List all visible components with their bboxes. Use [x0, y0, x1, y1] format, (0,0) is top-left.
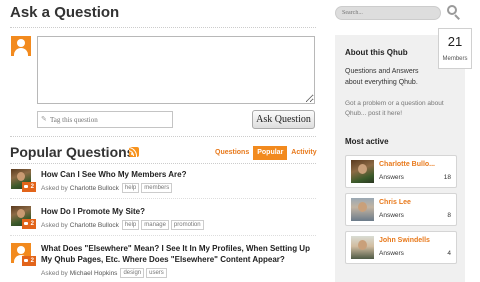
members-label: Members	[442, 56, 468, 62]
search-icon[interactable]	[447, 5, 461, 20]
members-count: 21	[447, 34, 463, 49]
answers-count: 18	[443, 174, 451, 181]
tab-activity[interactable]: Activity	[287, 146, 320, 160]
question-meta: Asked by Michael Hopkins design users	[41, 268, 169, 278]
divider	[10, 136, 316, 137]
author-link[interactable]: Charlotte Bullock	[70, 185, 119, 192]
question-meta: Asked by Charlotte Bullock help manage p…	[41, 220, 206, 230]
answers-label: Answers	[379, 212, 404, 219]
ask-question-button[interactable]: Ask Question	[252, 110, 315, 129]
page-title: Ask a Question	[10, 4, 120, 21]
sidebar: About this Qhub Questions and Answers ab…	[335, 35, 465, 282]
search-input[interactable]	[335, 6, 441, 20]
asked-by-label: Asked by	[41, 221, 68, 229]
answer-count-badge: 2	[22, 182, 36, 192]
active-member-card[interactable]: Chris Lee Answers 8	[345, 193, 457, 226]
members-count-box[interactable]: 21 Members	[438, 28, 472, 69]
question-title-link[interactable]: What Does "Elsewhere" Mean? I See It In …	[41, 243, 316, 265]
answers-label: Answers	[379, 174, 404, 181]
tag-chip[interactable]: manage	[141, 220, 169, 230]
divider	[10, 27, 316, 28]
member-name-link[interactable]: Charlotte Bullo...	[379, 161, 435, 168]
answers-label: Answers	[379, 250, 404, 257]
most-active-heading: Most active	[345, 137, 389, 146]
tag-chip[interactable]: members	[141, 183, 173, 193]
member-name-link[interactable]: Chris Lee	[379, 199, 411, 206]
member-name-link[interactable]: John Swindells	[379, 237, 430, 244]
tag-input[interactable]	[37, 111, 173, 128]
divider	[10, 235, 316, 236]
question-meta: Asked by Charlotte Bullock help members	[41, 183, 174, 193]
about-description: Questions and Answers about everything Q…	[345, 68, 419, 86]
answers-count: 4	[447, 250, 451, 257]
divider	[10, 163, 316, 164]
user-avatar-icon	[11, 36, 31, 56]
answer-count-badge: 2	[22, 219, 36, 229]
active-member-card[interactable]: John Swindells Answers 4	[345, 231, 457, 264]
answer-count-badge: 2	[22, 256, 36, 266]
tag-chip[interactable]: promotion	[170, 220, 204, 230]
rss-icon[interactable]	[129, 147, 139, 157]
about-title: About this Qhub	[345, 48, 408, 57]
member-avatar	[351, 198, 374, 221]
popular-questions-heading: Popular Questions	[10, 144, 135, 160]
tab-questions[interactable]: Questions	[211, 146, 253, 160]
tag-icon: ✎	[41, 116, 47, 123]
tag-chip[interactable]: help	[121, 183, 140, 193]
author-link[interactable]: Michael Hopkins	[70, 270, 118, 277]
asked-by-label: Asked by	[41, 269, 68, 277]
tag-chip[interactable]: users	[146, 268, 167, 278]
tab-popular[interactable]: Popular	[253, 146, 288, 160]
question-tabs: Questions Popular Activity	[211, 146, 321, 160]
question-textarea[interactable]	[37, 36, 315, 104]
main-column: Ask a Question ✎ Ask Question Popular Qu…	[0, 0, 322, 282]
member-avatar	[351, 236, 374, 259]
question-title-link[interactable]: How Do I Promote My Site?	[41, 206, 316, 217]
author-link[interactable]: Charlotte Bullock	[70, 222, 119, 229]
tag-chip[interactable]: design	[120, 268, 145, 278]
about-help-text: Got a problem or a question about Qhub..…	[345, 100, 444, 117]
member-avatar	[351, 160, 374, 183]
divider	[10, 198, 316, 199]
answers-count: 8	[447, 212, 451, 219]
asked-by-label: Asked by	[41, 184, 68, 192]
active-member-card[interactable]: Charlotte Bullo... Answers 18	[345, 155, 457, 188]
tag-chip[interactable]: help	[121, 220, 140, 230]
question-title-link[interactable]: How Can I See Who My Members Are?	[41, 169, 316, 180]
